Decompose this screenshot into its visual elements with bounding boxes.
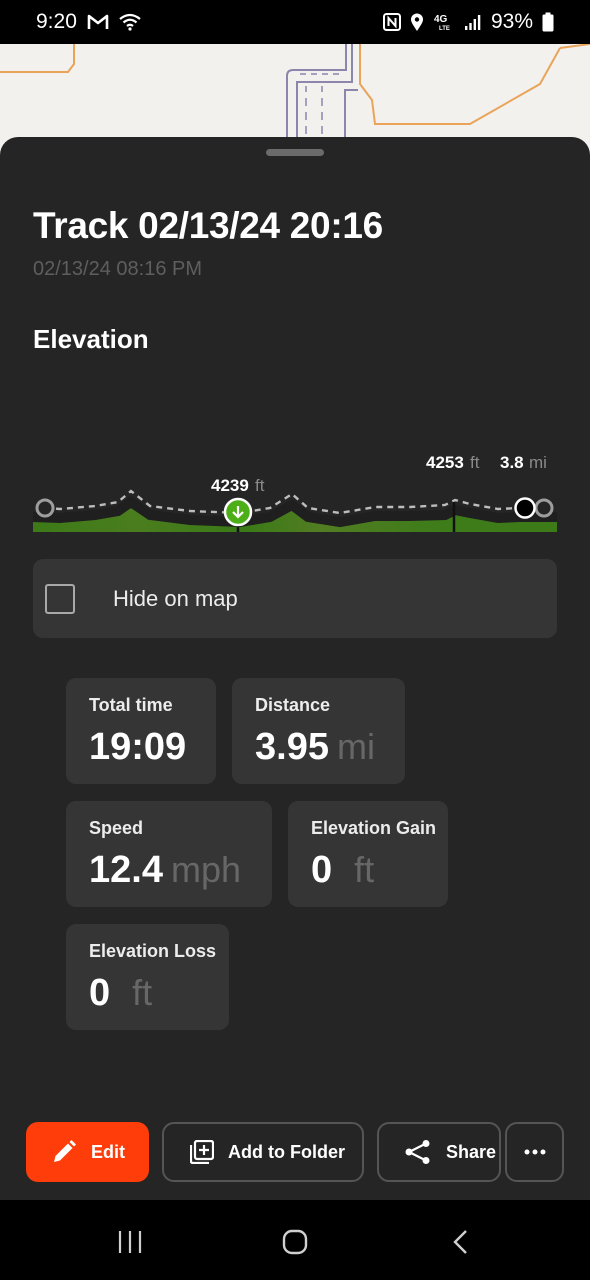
status-left: 9:20 <box>36 10 141 34</box>
stat-label: Distance <box>255 695 331 715</box>
back-icon[interactable] <box>452 1229 470 1260</box>
signal-icon <box>464 14 482 31</box>
stat-label: Elevation Loss <box>89 941 217 961</box>
4g-lte-icon: 4G LTE <box>433 12 455 32</box>
nfc-icon <box>382 13 401 31</box>
gmail-icon <box>87 14 109 30</box>
stat-card-speed: Speed 12.4 mph <box>66 801 272 907</box>
stat-value: 3.95 <box>255 726 329 768</box>
hide-on-map-checkbox[interactable] <box>45 583 75 614</box>
share-label: Share <box>446 1141 497 1162</box>
add-to-folder-label: Add to Folder <box>228 1141 345 1162</box>
share-button[interactable]: Share <box>377 1122 501 1182</box>
max-elevation-value: 4253 <box>426 453 464 472</box>
track-details-sheet: Track 02/13/24 20:16 02/13/24 08:16 PM E… <box>0 137 590 1200</box>
elevation-heading: Elevation <box>33 324 149 354</box>
min-elevation-unit: ft <box>255 476 265 495</box>
stat-card-elevation-gain: Elevation Gain 0 ft <box>288 801 448 907</box>
action-bar: Edit Add to Folder Share <box>0 1122 590 1182</box>
add-to-folder-button[interactable]: Add to Folder <box>162 1122 364 1182</box>
start-point-icon <box>35 498 55 518</box>
status-bar: 9:20 4G LTE 93% <box>0 0 590 44</box>
svg-text:4G: 4G <box>434 14 448 25</box>
stat-label: Elevation Gain <box>311 818 437 838</box>
cursor-distance-value: 3.8 <box>500 453 524 472</box>
cursor-distance-unit: mi <box>529 453 547 472</box>
more-options-button[interactable] <box>505 1122 564 1182</box>
stat-value: 12.4 <box>89 849 163 891</box>
system-nav-bar <box>0 1200 590 1280</box>
stat-unit: mph <box>170 849 241 890</box>
min-elevation-value: 4239 <box>211 476 249 495</box>
elevation-chart[interactable]: 4239 ft 4253 ft 3.8 mi <box>0 372 590 532</box>
wifi-icon <box>119 13 141 31</box>
hide-on-map-row[interactable]: Hide on map <box>33 559 557 638</box>
stat-card-elevation-loss: Elevation Loss 0 ft <box>66 924 229 1030</box>
pencil-icon <box>51 1139 77 1165</box>
stat-card-total-time: Total time 19:09 <box>66 678 216 784</box>
edit-button-label: Edit <box>91 1141 125 1162</box>
max-elevation-unit: ft <box>470 453 480 472</box>
status-time: 9:20 <box>36 10 77 33</box>
drag-handle[interactable] <box>266 149 324 156</box>
min-elevation-marker-icon <box>223 497 253 527</box>
battery-icon <box>542 12 554 32</box>
cursor-point-icon[interactable] <box>514 497 536 519</box>
status-right: 4G LTE 93% <box>382 10 554 34</box>
stat-unit: ft <box>354 849 375 890</box>
stat-value: 0 <box>311 849 333 891</box>
stat-unit: ft <box>132 972 153 1013</box>
stat-value: 0 <box>89 972 111 1014</box>
add-folder-icon <box>190 1140 214 1164</box>
home-icon[interactable] <box>282 1229 308 1260</box>
hide-on-map-label: Hide on map <box>113 585 238 611</box>
stat-label: Speed <box>89 818 144 838</box>
edit-button[interactable]: Edit <box>26 1122 149 1182</box>
share-icon <box>404 1139 432 1165</box>
stat-label: Total time <box>89 695 173 715</box>
recents-icon[interactable] <box>117 1230 143 1259</box>
end-point-icon <box>534 498 554 518</box>
battery-percent: 93% <box>490 10 533 33</box>
svg-text:LTE: LTE <box>439 26 450 32</box>
stat-card-distance: Distance 3.95 mi <box>232 678 405 784</box>
track-title: Track 02/13/24 20:16 <box>33 205 383 246</box>
stat-unit: mi <box>336 726 375 767</box>
more-icon <box>524 1149 546 1155</box>
stat-value: 19:09 <box>89 726 187 768</box>
location-icon <box>410 13 424 32</box>
track-subtitle: 02/13/24 08:16 PM <box>33 258 203 280</box>
